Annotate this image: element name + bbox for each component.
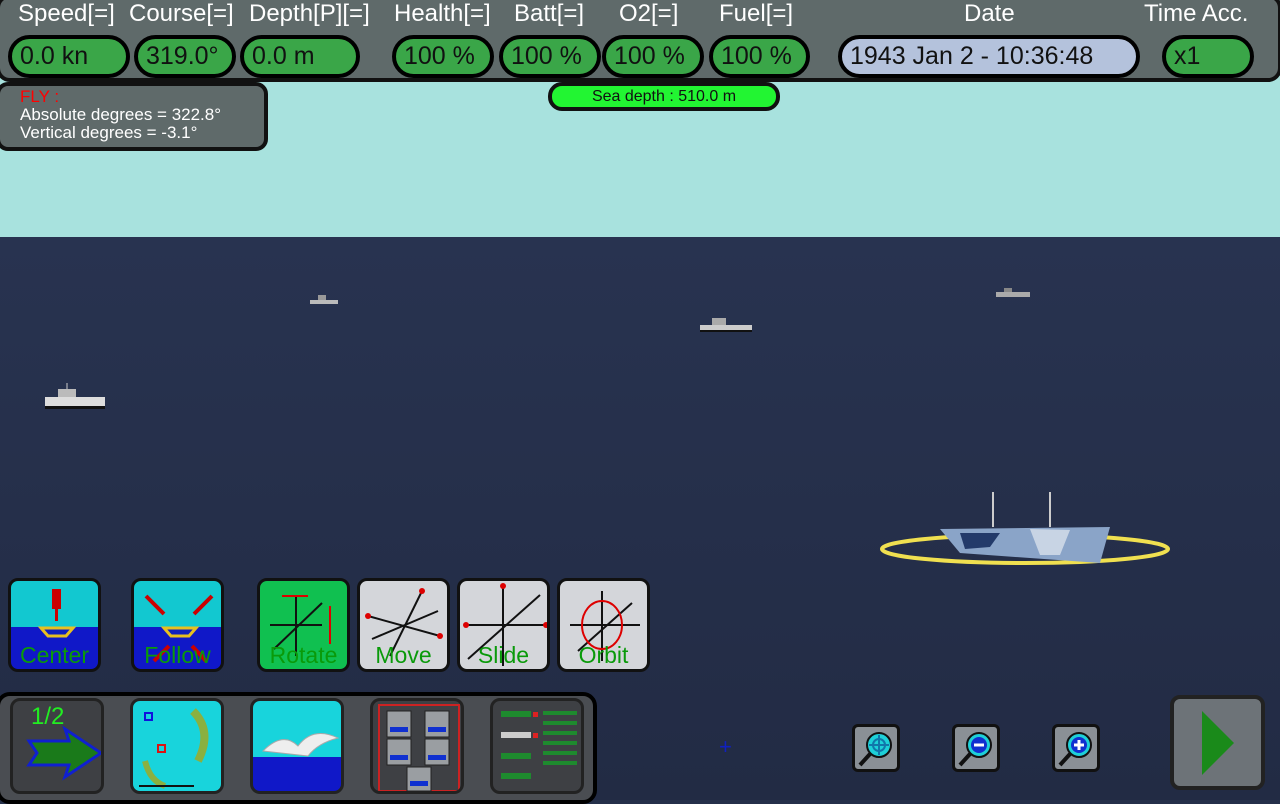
next-page-arrow-icon <box>26 725 101 781</box>
ship-far-left[interactable] <box>310 295 338 304</box>
systems-panel-button[interactable] <box>490 698 584 794</box>
speed-label: Speed[=] <box>18 0 115 27</box>
play-icon <box>1202 711 1234 775</box>
date-label: Date <box>964 0 1015 27</box>
zoom-out-icon <box>958 732 992 767</box>
ship-left[interactable] <box>45 383 105 409</box>
slide-button[interactable]: Slide <box>457 578 550 672</box>
play-button[interactable] <box>1170 695 1265 790</box>
center-label: Center <box>19 642 90 668</box>
vertical-degrees: Vertical degrees = -3.1° <box>20 123 198 142</box>
speed-value[interactable]: 0.0 kn <box>8 35 130 78</box>
zoom-target-icon <box>858 732 892 767</box>
depth-label: Depth[P][=] <box>249 0 370 27</box>
zoom-reset-button[interactable] <box>852 724 900 772</box>
fly-info-panel: FLY : Absolute degrees = 322.8° Vertical… <box>0 82 268 151</box>
absolute-degrees: Absolute degrees = 322.8° <box>20 105 222 124</box>
zoom-out-button[interactable] <box>952 724 1000 772</box>
batt-label: Batt[=] <box>514 0 585 27</box>
fuel-value[interactable]: 100 % <box>709 35 810 78</box>
periscope-view-icon <box>261 733 340 757</box>
selected-ship[interactable] <box>880 492 1170 565</box>
periscope-view-button[interactable] <box>250 698 344 794</box>
health-value[interactable]: 100 % <box>392 35 494 78</box>
orbit-button[interactable]: Orbit <box>557 578 650 672</box>
rotate-label: Rotate <box>269 642 338 668</box>
systems-panel-icon <box>501 711 577 779</box>
status-bar: Speed[=] Course[=] Depth[P][=] Health[=]… <box>0 0 1280 82</box>
slide-label: Slide <box>477 642 530 668</box>
center-button[interactable]: Center <box>8 578 101 672</box>
course-label: Course[=] <box>129 0 234 27</box>
move-label: Move <box>375 642 432 668</box>
torpedo-tubes-icon <box>378 704 460 791</box>
date-value[interactable]: 1943 Jan 2 - 10:36:48 <box>838 35 1140 78</box>
o2-value[interactable]: 100 % <box>602 35 704 78</box>
sea-depth-indicator: Sea depth : 510.0 m <box>548 82 780 111</box>
map-button[interactable] <box>130 698 224 794</box>
time-acc-label: Time Acc. <box>1144 0 1249 27</box>
map-icon <box>139 708 209 789</box>
follow-label: Follow <box>144 642 211 668</box>
move-button[interactable]: Move <box>357 578 450 672</box>
zoom-in-button[interactable] <box>1052 724 1100 772</box>
fly-mode-label: FLY : <box>20 87 60 106</box>
time-acc-value[interactable]: x1 <box>1162 35 1254 78</box>
crosshair-icon: + <box>719 734 732 759</box>
course-value[interactable]: 319.0° <box>134 35 236 78</box>
batt-value[interactable]: 100 % <box>499 35 601 78</box>
ship-center[interactable] <box>700 318 752 332</box>
ships-layer <box>45 288 1170 565</box>
zoom-in-icon <box>1058 732 1092 767</box>
torpedo-tubes-button[interactable] <box>370 698 464 794</box>
depth-value[interactable]: 0.0 m <box>240 35 360 78</box>
health-label: Health[=] <box>394 0 491 27</box>
o2-label: O2[=] <box>619 0 679 27</box>
ship-far-right[interactable] <box>996 288 1030 297</box>
follow-button[interactable]: Follow <box>131 578 224 672</box>
fuel-label: Fuel[=] <box>719 0 794 27</box>
rotate-button[interactable]: Rotate <box>257 578 350 672</box>
next-page-button[interactable]: 1/2 <box>10 698 104 794</box>
orbit-label: Orbit <box>578 642 629 668</box>
